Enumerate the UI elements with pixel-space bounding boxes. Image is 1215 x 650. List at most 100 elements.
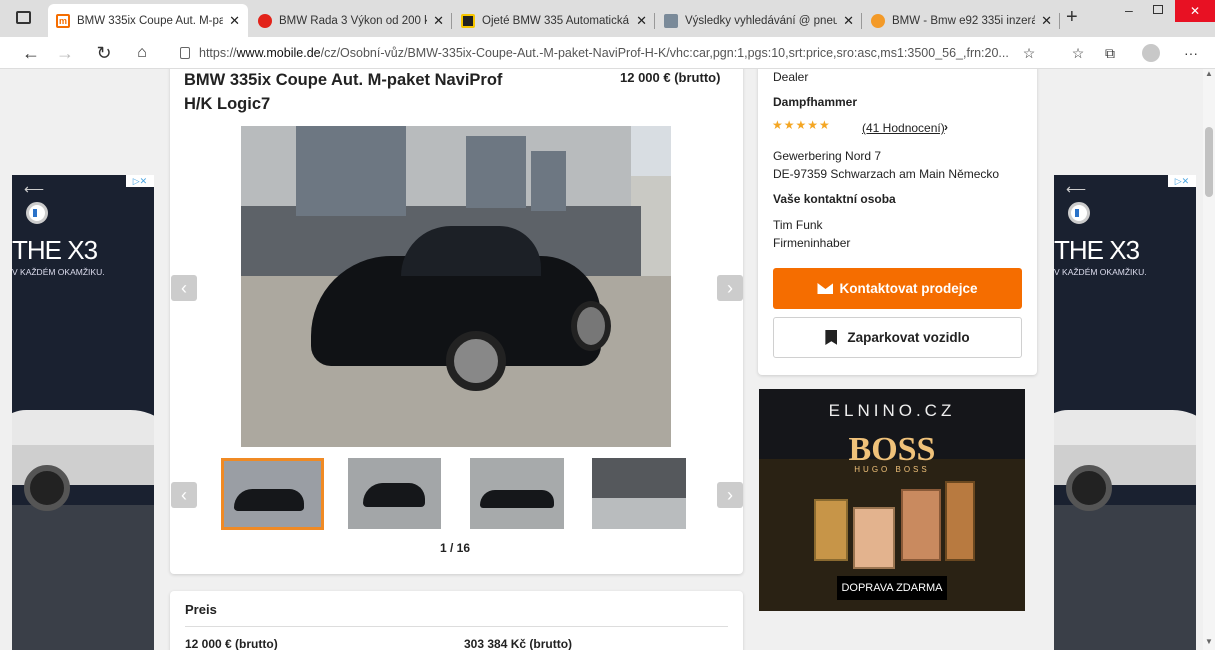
ad-choices-icon[interactable]: ▷✕ bbox=[126, 175, 154, 187]
favicon bbox=[871, 14, 885, 28]
park-vehicle-button[interactable]: Zaparkovat vozidlo bbox=[773, 317, 1022, 358]
scrollbar[interactable]: ▲ ▼ bbox=[1203, 69, 1215, 650]
park-button-label: Zaparkovat vozidlo bbox=[847, 330, 970, 345]
bmw-logo-icon bbox=[26, 202, 48, 224]
perfume-bottle bbox=[901, 489, 941, 561]
restore-button[interactable] bbox=[1153, 5, 1163, 14]
profile-avatar[interactable] bbox=[1142, 44, 1160, 62]
contact-role: Firmeninhaber bbox=[773, 236, 851, 250]
photo-car-wheel bbox=[571, 301, 611, 351]
scroll-up-icon[interactable]: ▲ bbox=[1205, 69, 1213, 78]
close-tab-icon[interactable]: ✕ bbox=[229, 13, 240, 29]
dealer-street: Gewerbering Nord 7 bbox=[773, 149, 882, 163]
gallery-counter: 1 / 16 bbox=[440, 541, 471, 555]
ad-back-arrow-icon: ⟵ bbox=[24, 181, 45, 197]
elnino-logo: ELNINO.CZ bbox=[828, 401, 956, 420]
scrollbar-thumb[interactable] bbox=[1205, 127, 1213, 197]
tab-actions-icon[interactable] bbox=[16, 11, 31, 24]
refresh-icon[interactable]: ↻ bbox=[89, 37, 119, 69]
ad-subline: V KAŽDÉM OKAMŽIKU. bbox=[1054, 267, 1147, 277]
rating-link[interactable]: (41 Hodnocení) bbox=[862, 121, 945, 135]
bookmark-icon bbox=[825, 330, 838, 345]
gallery-prev-button[interactable]: ‹ bbox=[171, 275, 197, 301]
dealer-name: Dampfhammer bbox=[773, 95, 858, 109]
close-tab-icon[interactable]: ✕ bbox=[1041, 13, 1052, 29]
ad-choices-icon[interactable]: ▷✕ bbox=[1168, 175, 1196, 187]
forward-icon[interactable]: → bbox=[50, 37, 80, 69]
tab-bmw-rada3[interactable]: BMW Řada 3 Výkon od 200 kW ✕ bbox=[250, 5, 452, 37]
envelope-icon bbox=[817, 283, 834, 294]
contact-button-label: Kontaktovat prodejce bbox=[839, 281, 978, 296]
tab-pneu[interactable]: Výsledky vyhledávání @ pneu ✕ bbox=[656, 5, 862, 37]
wheel-icon bbox=[24, 465, 70, 511]
tab-bar: m BMW 335ix Coupe Aut. M-paket ✕ BMW Řad… bbox=[0, 0, 1215, 37]
tab-bmw-e92[interactable]: BMW - Bmw e92 335i inzeráty ✕ bbox=[863, 5, 1060, 37]
price-divider bbox=[185, 626, 728, 627]
more-icon[interactable]: ··· bbox=[1176, 37, 1206, 69]
favorite-add-icon[interactable]: ☆ bbox=[1014, 37, 1044, 69]
chevron-right-icon: › bbox=[944, 120, 948, 134]
tab-separator bbox=[654, 13, 655, 29]
close-tab-icon[interactable]: ✕ bbox=[843, 13, 854, 29]
photo-window bbox=[296, 126, 406, 216]
close-tab-icon[interactable]: ✕ bbox=[636, 13, 647, 29]
back-icon[interactable]: ← bbox=[16, 37, 46, 69]
tab-separator bbox=[861, 13, 862, 29]
tab-title: BMW Řada 3 Výkon od 200 kW bbox=[279, 15, 428, 27]
tab-title: BMW - Bmw e92 335i inzeráty bbox=[892, 15, 1036, 27]
thumbnail-4[interactable] bbox=[592, 458, 686, 529]
tab-title: Ojeté BMW 335 Automatická bbox=[482, 15, 630, 27]
dealer-city: DE-97359 Schwarzach am Main Německo bbox=[773, 167, 1000, 181]
lock-icon bbox=[180, 47, 190, 59]
hugo-boss-sub: HUGO BOSS bbox=[854, 465, 930, 474]
photo-window bbox=[466, 136, 526, 208]
ad-headline: THE X3 bbox=[12, 235, 98, 265]
price-czk: 303 384 Kč (brutto) bbox=[464, 637, 573, 650]
price-heading: Preis bbox=[185, 602, 217, 617]
tab-title: BMW 335ix Coupe Aut. M-paket bbox=[77, 14, 224, 27]
boss-logo: BOSS bbox=[848, 431, 936, 468]
shipping-badge[interactable]: DOPRAVA ZDARMA bbox=[837, 576, 947, 600]
thumbs-next-button[interactable]: › bbox=[717, 482, 743, 508]
thumbnail-3[interactable] bbox=[470, 458, 564, 529]
tab-title: Výsledky vyhledávání @ pneu bbox=[685, 15, 838, 27]
ad-subline: V KAŽDÉM OKAMŽIKU. bbox=[12, 267, 105, 277]
contact-seller-button[interactable]: Kontaktovat prodejce bbox=[773, 268, 1022, 309]
gallery-next-button[interactable]: › bbox=[717, 275, 743, 301]
close-window-button[interactable]: ✕ bbox=[1175, 0, 1215, 22]
favicon bbox=[664, 14, 678, 28]
bmw-ad-right[interactable]: ⟵ ▷✕ THE X3 V KAŽDÉM OKAMŽIKU. bbox=[1054, 175, 1196, 650]
listing-title-line1: BMW 335ix Coupe Aut. M-paket NaviProf bbox=[184, 71, 503, 89]
tab-mobile-de[interactable]: m BMW 335ix Coupe Aut. M-paket ✕ bbox=[48, 4, 248, 37]
scroll-down-icon[interactable]: ▼ bbox=[1205, 637, 1213, 646]
favorites-icon[interactable]: ☆ bbox=[1063, 37, 1093, 69]
thumbs-prev-button[interactable]: ‹ bbox=[171, 482, 197, 508]
url-field[interactable]: https://www.mobile.de/cz/Osobní-vůz/BMW-… bbox=[168, 40, 1046, 66]
favicon bbox=[258, 14, 272, 28]
tab-ojete-bmw[interactable]: Ojeté BMW 335 Automatická ✕ bbox=[453, 5, 655, 37]
new-tab-button[interactable]: + bbox=[1066, 6, 1078, 29]
close-tab-icon[interactable]: ✕ bbox=[433, 13, 444, 29]
listing-title-line2: H/K Logic7 bbox=[184, 95, 271, 113]
tab-separator bbox=[1059, 13, 1060, 29]
thumbnail-2[interactable] bbox=[348, 458, 441, 529]
url-prefix: https:// bbox=[199, 46, 237, 60]
thumbnail-1[interactable] bbox=[221, 458, 324, 530]
minimize-button[interactable]: – bbox=[1125, 2, 1133, 18]
listing-price: 12 000 € (brutto) bbox=[620, 70, 721, 85]
collections-icon[interactable]: ⧉ bbox=[1095, 37, 1125, 69]
bmw-ad-left[interactable]: ⟵ ▷✕ THE X3 V KAŽDÉM OKAMŽIKU. bbox=[12, 175, 154, 650]
boss-ad[interactable]: ELNINO.CZ BOSS HUGO BOSS DOPRAVA ZDARMA bbox=[759, 389, 1025, 611]
tab-separator bbox=[451, 13, 452, 29]
contact-heading: Vaše kontaktní osoba bbox=[773, 192, 896, 206]
url-host: www.mobile.de bbox=[236, 46, 321, 60]
ad-headline: THE X3 bbox=[1054, 235, 1140, 265]
ad-back-arrow-icon: ⟵ bbox=[1066, 181, 1087, 197]
price-eur: 12 000 € (brutto) bbox=[185, 637, 278, 650]
ad-road bbox=[1054, 505, 1196, 650]
main-photo[interactable] bbox=[241, 126, 671, 447]
favicon bbox=[461, 14, 475, 28]
page-viewport: ⟵ ▷✕ THE X3 V KAŽDÉM OKAMŽIKU. ⟵ ▷✕ THE … bbox=[0, 69, 1203, 650]
home-icon[interactable]: ⌂ bbox=[127, 37, 157, 69]
wheel-icon bbox=[1066, 465, 1112, 511]
